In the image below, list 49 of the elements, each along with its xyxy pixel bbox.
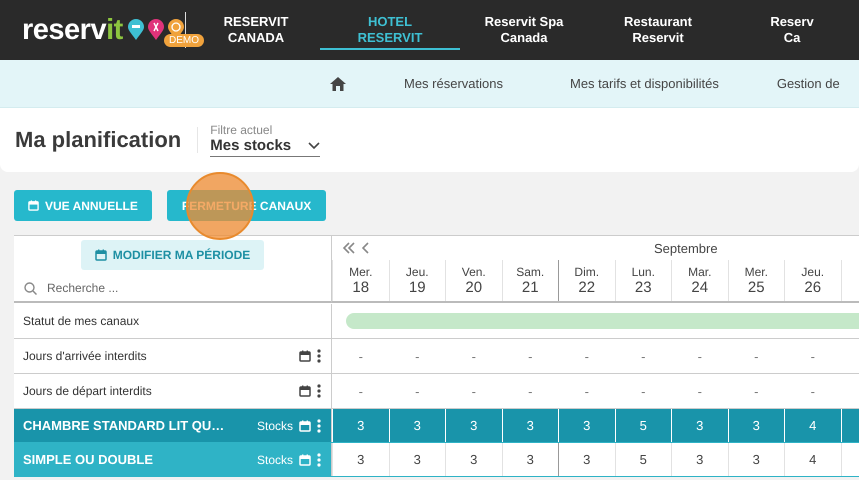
- day-header: Lun. 23: [614, 260, 671, 301]
- grid-cell[interactable]: 3: [502, 443, 558, 476]
- grid-cell[interactable]: 4: [784, 443, 840, 476]
- unit-label: Stocks: [256, 452, 293, 466]
- double-chevron-left-icon[interactable]: [342, 242, 356, 254]
- sub-nav-link[interactable]: Gestion de: [776, 76, 840, 91]
- calendar-icon: [299, 454, 311, 466]
- calendar-icon: [28, 200, 39, 211]
- day-header: Ven. 20: [445, 260, 502, 301]
- calendar-icon: [299, 350, 311, 362]
- chevron-left-icon[interactable]: [362, 242, 370, 254]
- sub-nav-link[interactable]: Mes réservations: [404, 76, 503, 91]
- row-label: CHAMBRE STANDARD LIT QU…: [23, 418, 226, 433]
- logo[interactable]: reservit: [22, 14, 123, 46]
- grid-cell[interactable]: 3: [728, 443, 784, 476]
- period-button[interactable]: MODIFIER MA PÉRIODE: [80, 240, 264, 270]
- chevron-down-icon: [308, 142, 320, 150]
- month-label: Septembre: [654, 240, 718, 256]
- grid-cell[interactable]: 3: [388, 443, 445, 476]
- more-icon[interactable]: [317, 349, 321, 363]
- day-header: Mer. 18: [332, 260, 388, 301]
- row-label: Jours d'arrivée interdits: [23, 349, 148, 363]
- nav-tab[interactable]: HOTEL RESERVIT: [320, 10, 460, 50]
- day-header: Sam. 21: [502, 260, 558, 301]
- calendar-icon: [299, 420, 311, 432]
- grid-cell[interactable]: 3: [332, 443, 388, 476]
- unit-label: Stocks: [256, 418, 293, 432]
- grid-cell[interactable]: 3: [558, 443, 614, 476]
- demo-badge: DEMO: [164, 34, 204, 47]
- day-header: Mar. 24: [671, 260, 728, 301]
- day-header: Dim. 22: [558, 260, 614, 301]
- home-icon[interactable]: [330, 76, 346, 90]
- row-label: SIMPLE OU DOUBLE: [23, 452, 154, 467]
- grid-cell[interactable]: 3: [671, 443, 728, 476]
- sub-nav-link[interactable]: Mes tarifs et disponibilités: [570, 76, 719, 91]
- grid-cell[interactable]: 3: [445, 443, 502, 476]
- page-title: Ma planification: [15, 127, 198, 153]
- grid-cell[interactable]: 5: [614, 443, 671, 476]
- day-header: Mer. 25: [728, 260, 784, 301]
- more-icon[interactable]: [317, 384, 321, 398]
- calendar-icon: [299, 385, 311, 397]
- day-header: Jeu. 19: [388, 260, 445, 301]
- day-header: Jeu. 26: [784, 260, 840, 301]
- calendar-icon: [94, 249, 107, 261]
- search-icon: [24, 282, 37, 294]
- action-button[interactable]: VUE ANNUELLE: [14, 190, 152, 221]
- row-label: Statut de mes canaux: [23, 314, 140, 328]
- filter-dropdown[interactable]: Filtre actuel Mes stocks: [210, 123, 320, 157]
- row-label: Jours de départ interdits: [23, 384, 153, 398]
